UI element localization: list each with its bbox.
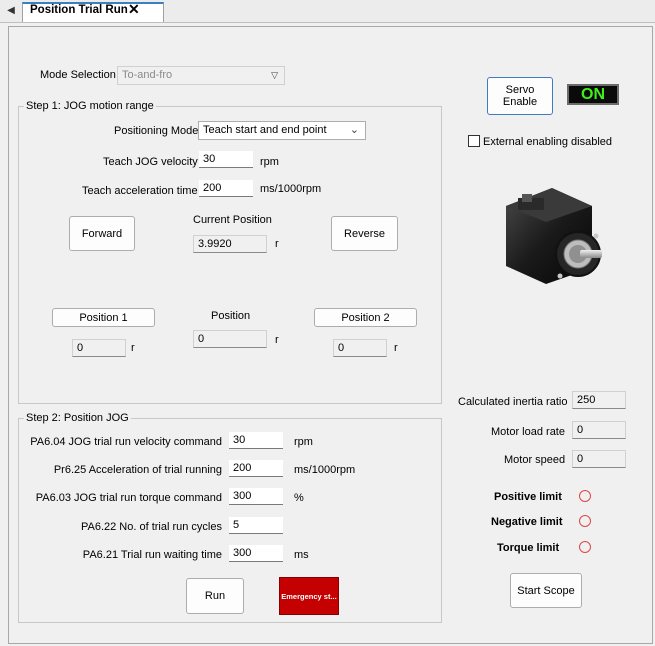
waiting-time-unit: ms bbox=[294, 549, 309, 561]
position-unit: r bbox=[275, 334, 279, 346]
mode-selection-value: To-and-fro bbox=[122, 69, 173, 81]
trial-cycles-label: PA6.22 No. of trial run cycles bbox=[80, 521, 222, 533]
step1-title: Step 1: JOG motion range bbox=[24, 100, 156, 112]
positive-limit-label: Positive limit bbox=[494, 491, 562, 503]
position-value: 0 bbox=[193, 330, 267, 348]
run-button[interactable]: Run bbox=[186, 578, 244, 614]
jog-velocity-cmd-unit: rpm bbox=[294, 436, 313, 448]
mode-selection-label: Mode Selection bbox=[40, 69, 116, 81]
chevron-down-icon: ▽ bbox=[271, 70, 278, 80]
teach-jog-velocity-label: Teach JOG velocity bbox=[103, 156, 198, 168]
negative-limit-indicator bbox=[579, 515, 591, 527]
waiting-time-input[interactable]: 300 bbox=[229, 545, 283, 562]
external-enabling-label: External enabling disabled bbox=[483, 136, 613, 148]
positioning-mode-value: Teach start and end point bbox=[203, 124, 327, 136]
jog-velocity-cmd-label: PA6.04 JOG trial run velocity command bbox=[30, 436, 222, 448]
motor-load-rate-label: Motor load rate bbox=[491, 426, 565, 438]
position1-value: 0 bbox=[72, 339, 126, 357]
torque-limit-indicator bbox=[579, 541, 591, 553]
forward-button[interactable]: Forward bbox=[69, 216, 135, 251]
trial-accel-unit: ms/1000rpm bbox=[294, 464, 356, 476]
positive-limit-indicator bbox=[579, 490, 591, 502]
tab-title: Position Trial Run bbox=[30, 4, 128, 16]
trial-accel-input[interactable]: 200 bbox=[229, 460, 283, 477]
servo-motor-image bbox=[496, 180, 612, 288]
position2-unit: r bbox=[394, 342, 398, 354]
teach-jog-velocity-unit: rpm bbox=[260, 156, 279, 168]
servo-status-indicator: ON bbox=[567, 84, 619, 105]
positioning-mode-dropdown[interactable]: Teach start and end point ⌄ bbox=[198, 121, 366, 140]
tab-scroll-left-icon[interactable]: ◀ bbox=[4, 4, 18, 18]
inertia-ratio-value: 250 bbox=[572, 391, 626, 409]
motor-speed-value: 0 bbox=[572, 450, 626, 468]
position2-value: 0 bbox=[333, 339, 387, 357]
current-position-unit: r bbox=[275, 238, 279, 250]
torque-cmd-input[interactable]: 300 bbox=[229, 488, 283, 505]
teach-accel-time-label: Teach acceleration time bbox=[82, 185, 198, 197]
negative-limit-label: Negative limit bbox=[491, 516, 563, 528]
torque-limit-label: Torque limit bbox=[497, 542, 560, 554]
external-enabling-checkbox[interactable] bbox=[468, 135, 480, 147]
current-position-label: Current Position bbox=[193, 214, 272, 226]
torque-cmd-label: PA6.03 JOG trial run torque command bbox=[35, 492, 222, 504]
current-position-value: 3.9920 bbox=[193, 235, 267, 253]
teach-accel-time-input[interactable]: 200 bbox=[199, 180, 253, 197]
start-scope-button[interactable]: Start Scope bbox=[510, 573, 582, 608]
trial-cycles-input[interactable]: 5 bbox=[229, 517, 283, 534]
waiting-time-label: PA6.21 Trial run waiting time bbox=[82, 549, 222, 561]
mode-selection-dropdown[interactable]: To-and-fro ▽ bbox=[117, 66, 285, 85]
trial-accel-label: Pr6.25 Acceleration of trial running bbox=[53, 464, 222, 476]
chevron-down-icon: ⌄ bbox=[349, 124, 359, 136]
emergency-stop-button[interactable]: Emergency st... bbox=[279, 577, 339, 615]
motor-speed-label: Motor speed bbox=[504, 454, 566, 466]
servo-enable-button[interactable]: Servo Enable bbox=[487, 77, 553, 115]
torque-cmd-unit: % bbox=[294, 492, 304, 504]
position1-button[interactable]: Position 1 bbox=[52, 308, 155, 327]
teach-accel-time-unit: ms/1000rpm bbox=[260, 183, 322, 195]
reverse-button[interactable]: Reverse bbox=[331, 216, 398, 251]
position2-button[interactable]: Position 2 bbox=[314, 308, 417, 327]
inertia-ratio-label: Calculated inertia ratio bbox=[458, 396, 568, 408]
step2-title: Step 2: Position JOG bbox=[24, 412, 131, 424]
position1-unit: r bbox=[131, 342, 135, 354]
motor-load-rate-value: 0 bbox=[572, 421, 626, 439]
jog-velocity-cmd-input[interactable]: 30 bbox=[229, 432, 283, 449]
tab-close-icon[interactable]: ✕ bbox=[128, 2, 140, 16]
position-label: Position bbox=[211, 310, 251, 322]
positioning-mode-label: Positioning Mode bbox=[114, 125, 199, 137]
teach-jog-velocity-input[interactable]: 30 bbox=[199, 151, 253, 168]
